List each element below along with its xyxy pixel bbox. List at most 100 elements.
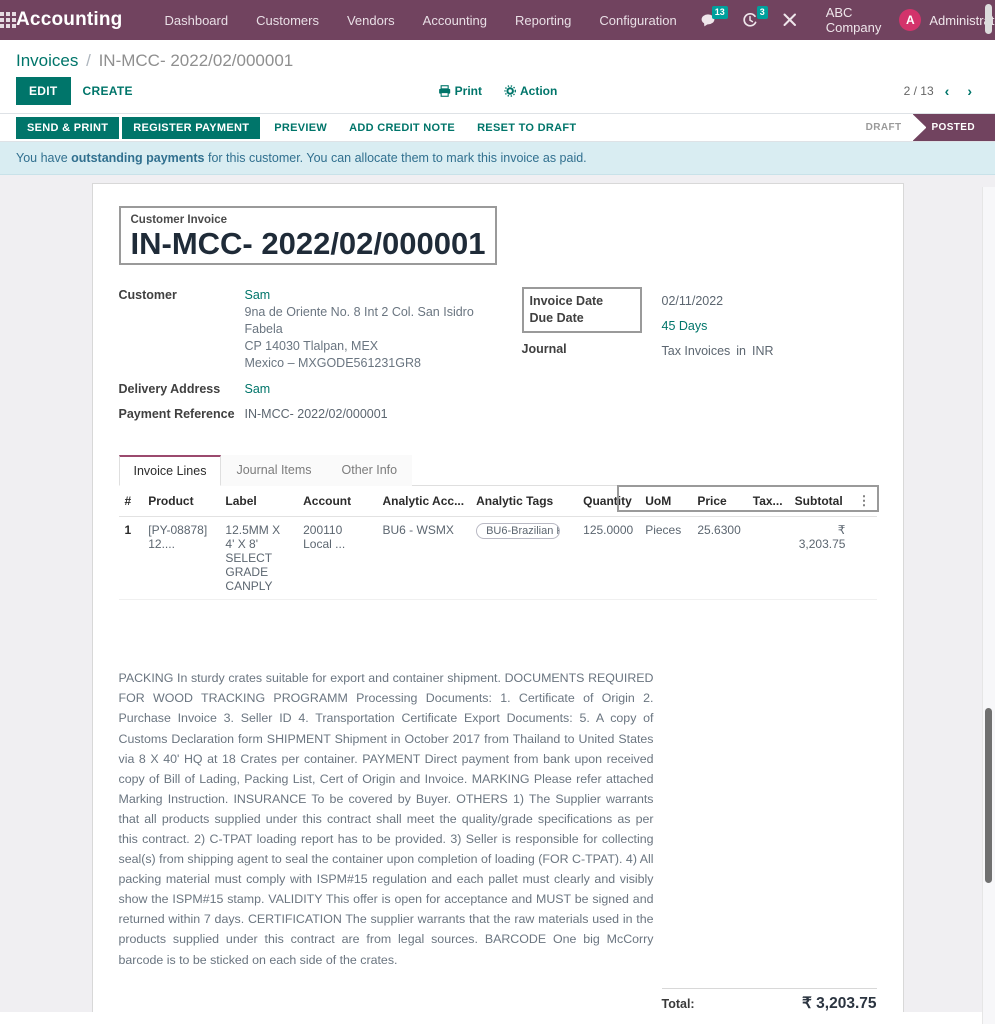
cell-product[interactable]: [PY-08878] 12....	[142, 516, 220, 601]
journal-currency[interactable]: INR	[752, 343, 774, 360]
scrollbar-track[interactable]	[982, 187, 995, 1024]
notebook-tabs: Invoice Lines Journal Items Other Info	[118, 455, 877, 487]
invoice-terms-text: PACKING In sturdy crates suitable for ex…	[118, 671, 654, 967]
reset-to-draft-button[interactable]: RESET TO DRAFT	[466, 116, 587, 140]
cell-analytic-account[interactable]: BU6 - WSMX	[376, 516, 471, 601]
field-journal-label-row: Journal	[522, 341, 648, 356]
th-quantity[interactable]: Quantity	[577, 486, 640, 518]
th-label[interactable]: Label	[219, 486, 298, 518]
cell-options	[851, 516, 877, 601]
invoice-type-label: Customer Invoice	[130, 214, 228, 226]
apps-grid-icon[interactable]	[0, 0, 16, 40]
cell-account[interactable]: 200110 Local ...	[297, 516, 377, 601]
messages-badge: 13	[711, 6, 728, 19]
invoice-title-box: Customer Invoice IN-MCC- 2022/02/000001	[118, 206, 498, 266]
pager-next-button[interactable]: ›	[960, 81, 979, 101]
tab-journal-items[interactable]: Journal Items	[221, 455, 327, 487]
th-product[interactable]: Product	[142, 486, 220, 518]
cell-quantity[interactable]: 125.0000	[577, 516, 640, 601]
print-label: Print	[454, 84, 482, 98]
app-brand[interactable]: Accounting	[16, 9, 123, 31]
nav-dashboard[interactable]: Dashboard	[151, 13, 243, 28]
breadcrumb-separator: /	[86, 51, 91, 70]
alert-text-after: for this customer. You can allocate them…	[204, 151, 587, 165]
customer-value[interactable]: Sam	[245, 287, 474, 304]
navbar-scrollbar-thumb[interactable]	[985, 4, 992, 34]
printer-icon	[438, 85, 450, 97]
developer-tools-icon[interactable]	[772, 0, 808, 40]
cell-price[interactable]: 25.6300	[691, 516, 747, 601]
invoice-fields-right: Invoice Date Due Date Journal 02/11/2022	[514, 287, 877, 427]
activity-clock-icon[interactable]: 3	[732, 0, 768, 40]
activity-badge: 3	[756, 6, 768, 19]
status-stage-posted[interactable]: POSTED	[913, 114, 995, 141]
nav-configuration[interactable]: Configuration	[585, 13, 690, 28]
tab-other-info[interactable]: Other Info	[326, 455, 413, 487]
pager-previous-button[interactable]: ‹	[938, 81, 957, 101]
th-options[interactable]: ⋮	[851, 486, 877, 518]
vertical-dots-icon[interactable]: ⋮	[857, 493, 870, 508]
preview-button[interactable]: PREVIEW	[263, 116, 338, 140]
th-uom[interactable]: UoM	[639, 486, 692, 518]
outstanding-payments-alert: You have outstanding payments for this c…	[0, 142, 995, 175]
cell-uom[interactable]: Pieces	[639, 516, 692, 601]
messages-icon[interactable]: 13	[691, 0, 728, 40]
cell-label[interactable]: 12.5MM X 4' X 8' SELECT GRADE CANPLY	[219, 516, 298, 601]
action-button[interactable]: Action	[496, 80, 565, 102]
invoice-lines-table: # Product Label Account Analytic Acc... …	[118, 486, 877, 601]
cell-taxes[interactable]	[746, 516, 789, 601]
status-stage-draft[interactable]: DRAFT	[847, 114, 914, 141]
cell-sequence: 1	[118, 516, 143, 601]
invoice-date-label: Invoice Date	[529, 294, 604, 309]
breadcrumb-current: IN-MCC- 2022/02/000001	[98, 51, 294, 70]
total-label: Total:	[661, 996, 695, 1011]
table-row[interactable]: 1 [PY-08878] 12.... 12.5MM X 4' X 8' SEL…	[118, 516, 877, 601]
invoice-sheet: Customer Invoice IN-MCC- 2022/02/000001 …	[91, 183, 904, 1012]
breadcrumb-invoices[interactable]: Invoices	[16, 51, 78, 70]
register-payment-button[interactable]: REGISTER PAYMENT	[122, 116, 261, 139]
nav-customers[interactable]: Customers	[242, 13, 333, 28]
add-credit-note-button[interactable]: ADD CREDIT NOTE	[338, 116, 466, 140]
invoice-date-value[interactable]: 02/11/2022	[662, 293, 774, 310]
navbar-right: 13 3 ABC Company A Administrator	[691, 0, 995, 40]
avatar: A	[899, 9, 922, 31]
cell-analytic-tags[interactable]: BU6-Brazilian P|r	[470, 516, 578, 601]
due-date-label: Due Date	[529, 311, 584, 326]
th-price[interactable]: Price	[691, 486, 747, 518]
field-due-date-label-row: Due Date	[530, 310, 626, 325]
nav-reporting[interactable]: Reporting	[501, 13, 585, 28]
journal-value-row: Tax Invoices in INR	[662, 343, 774, 360]
customer-address-line-4: Mexico – MXGODE561231GR8	[244, 355, 421, 370]
payment-reference-label: Payment Reference	[118, 407, 235, 422]
customer-label: Customer	[118, 288, 177, 303]
create-button[interactable]: CREATE	[71, 77, 145, 105]
gear-icon	[504, 85, 516, 97]
th-account[interactable]: Account	[297, 486, 377, 518]
total-row: Total: ₹ 3,203.75	[662, 989, 877, 1012]
invoice-fields-left: Customer Sam 9na de Oriente No. 8 Int 2 …	[119, 287, 514, 427]
nav-accounting[interactable]: Accounting	[409, 13, 501, 28]
nav-vendors[interactable]: Vendors	[333, 13, 409, 28]
edit-button[interactable]: EDIT	[16, 77, 71, 105]
user-menu[interactable]: A Administrator	[899, 9, 995, 31]
dates-highlight-box: Invoice Date Due Date	[521, 287, 642, 334]
th-subtotal[interactable]: Subtotal	[788, 486, 852, 518]
th-analytic-account[interactable]: Analytic Acc...	[376, 486, 471, 518]
scrollbar-thumb[interactable]	[985, 708, 992, 883]
delivery-address-value[interactable]: Sam	[245, 381, 271, 398]
th-taxes[interactable]: Tax...	[746, 486, 789, 518]
due-date-value[interactable]: 45 Days	[662, 318, 774, 335]
company-switcher[interactable]: ABC Company	[812, 5, 896, 35]
send-and-print-button[interactable]: SEND & PRINT	[16, 116, 120, 139]
tab-invoice-lines[interactable]: Invoice Lines	[118, 455, 222, 487]
top-navbar: Accounting Dashboard Customers Vendors A…	[0, 0, 995, 40]
lines-table-wrapper: # Product Label Account Analytic Acc... …	[118, 485, 879, 601]
th-analytic-tags[interactable]: Analytic Tags	[470, 486, 578, 518]
alert-text-before: You have	[16, 151, 72, 165]
journal-value[interactable]: Tax Invoices	[662, 343, 731, 360]
print-button[interactable]: Print	[430, 80, 490, 102]
pager: 2 / 13 ‹ ›	[904, 81, 979, 101]
control-panel-center-actions: Print Action	[430, 80, 566, 102]
analytic-tag-pill[interactable]: BU6-Brazilian P|r	[476, 523, 561, 540]
statusbar: SEND & PRINT REGISTER PAYMENT PREVIEW AD…	[0, 114, 995, 142]
